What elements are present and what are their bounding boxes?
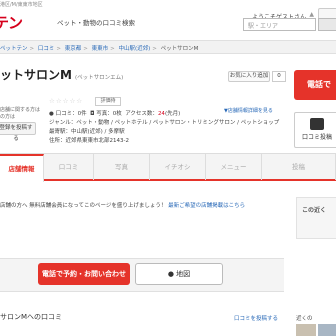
site-tagline: ペット・動物の口コミ検索 [57,19,135,27]
nearby-label: 近くの [296,316,313,322]
reserve-call-button[interactable]: 電話で予約・お問い合わせ [38,263,130,285]
notice-link[interactable]: 最新ご希望の店舗掲載はこちら [168,203,245,209]
owner-notice: 店舗の方へ 無料店舗会員になってこのページを盛り上げましょう！ 最新ご希望の店舗… [0,203,246,209]
breadcrumb-item[interactable]: ペットテン [0,46,28,52]
shop-detail-link[interactable]: ▼店舗情報詳細を見る [224,107,273,114]
left-note: の方は [0,114,16,120]
favorite-count: 0 [272,71,286,82]
reviews-heading: サロンMへの口コミ [0,313,63,321]
area-search-input[interactable]: 駅・エリア [243,18,316,31]
tab-posts[interactable]: 投稿 [262,154,336,180]
breadcrumb-item[interactable]: 東東市 [92,46,109,52]
tab-info[interactable]: 店舗情報 [0,154,44,182]
tab-photos[interactable]: 写真 [94,154,150,180]
review-count[interactable]: 0件 [78,111,87,117]
photo-count[interactable]: 0枚 [113,111,122,117]
nearby-thumbnail[interactable] [318,324,336,336]
stats-line: ● 口コミ：0件 ◘ 写真：0枚 アクセス数：24(先月) [49,111,181,117]
rating-status: 評価待 [95,97,121,106]
top-header: 港区/M/東東市地区 テン ペット・動物の口コミ検索 ようこそゲストさん ▲ 駅… [0,0,336,38]
nearby-box [296,197,336,239]
map-button[interactable]: ● 地図 [135,263,223,285]
region-tag: 港区/M/東東市地区 [0,2,43,8]
page-title: ットサロンM (ペットサロンエム) [0,66,123,83]
rating-stars: ☆☆☆☆☆ [49,97,84,105]
tab-menu[interactable]: メニュー [206,154,262,180]
nearby-thumbnail[interactable] [296,324,316,336]
genre-line: ジャンル：ペット・動物 / ペットホテル / ペットサロン・トリミングサロン /… [49,120,280,126]
post-review-button[interactable]: 口コミ投稿 [294,112,336,148]
search-button[interactable] [318,18,336,31]
review-icon: ● [49,111,54,117]
shop-name: ットサロンM [0,68,72,82]
breadcrumb-bar: ペットテン > 口コミ > 東京都 > 東東市 > 中山駅(近郊) > ペットサロンM [0,40,336,54]
breadcrumb-current: ペットサロンM [160,46,199,52]
review-post-icon [310,118,324,130]
left-note: 店舗に関する方は [0,107,41,113]
map-pin-icon: ● [167,270,174,278]
tab-reviews[interactable]: 口コミ [44,154,94,180]
post-info-button[interactable]: 登録を投稿する [0,122,36,142]
breadcrumb-item[interactable]: 東京都 [65,46,82,52]
tab-recommend[interactable]: イチオシ [150,154,206,180]
shop-reading: (ペットサロンエム) [74,75,124,81]
access-count: 24 [157,111,165,117]
breadcrumb: ペットテン > 口コミ > 東京都 > 東東市 > 中山駅(近郊) > ペットサロンM [0,46,199,52]
site-logo[interactable]: テン [0,12,23,33]
tab-bar: 店舗情報 口コミ 写真 イチオシ メニュー 投稿 [0,153,336,182]
breadcrumb-item[interactable]: 口コミ [38,46,55,52]
add-favorite-button[interactable]: お気に入り追加 [228,71,270,82]
address-line: 住所：近郊県東東市北部2143-2 [49,138,129,144]
map-button-label: 地図 [176,270,191,278]
post-review-link[interactable]: 口コミを投稿する [234,314,278,322]
post-review-label: 口コミ投稿 [301,134,332,141]
call-button[interactable]: 電話で [294,70,336,100]
nearby-title: この近く [302,207,327,214]
camera-icon: ◘ [90,111,95,117]
breadcrumb-item[interactable]: 中山駅(近郊) [119,46,151,52]
station-line: 最寄駅：中山駅(近郊) / 多摩駅 [49,129,125,135]
caret-up-icon[interactable]: ▲ [309,11,314,18]
